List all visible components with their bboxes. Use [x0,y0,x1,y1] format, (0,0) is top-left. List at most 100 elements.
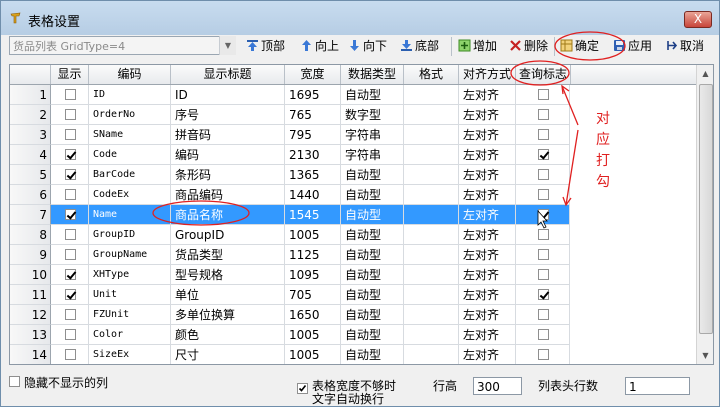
table-row[interactable]: 2 OrderNo 序号 765 数字型 左对齐 [10,105,570,125]
header-width[interactable]: 宽度 [285,65,341,84]
show-cell[interactable] [51,265,89,285]
show-checkbox[interactable] [65,149,76,160]
table-row[interactable]: 13 Color 颜色 1005 自动型 左对齐 [10,325,570,345]
header-show[interactable]: 显示 [51,65,89,84]
field-code[interactable]: Color [89,325,171,345]
show-checkbox[interactable] [65,229,76,240]
field-title[interactable]: 商品名称 [171,205,285,225]
field-width[interactable]: 1005 [285,345,341,364]
field-type[interactable]: 自动型 [341,285,404,305]
query-flag-checkbox[interactable] [538,289,549,300]
field-width[interactable]: 765 [285,105,341,125]
show-cell[interactable] [51,325,89,345]
query-flag-checkbox[interactable] [538,349,549,360]
close-button[interactable]: X [684,11,712,28]
query-flag-checkbox[interactable] [538,249,549,260]
query-flag-cell[interactable] [516,345,570,364]
field-align[interactable]: 左对齐 [459,165,516,185]
field-code[interactable]: Code [89,145,171,165]
field-title[interactable]: 编码 [171,145,285,165]
query-flag-cell[interactable] [516,305,570,325]
query-flag-cell[interactable] [516,145,570,165]
header-display-title[interactable]: 显示标题 [171,65,285,84]
table-row[interactable]: 7 Name 商品名称 1545 自动型 左对齐 [10,205,570,225]
field-title[interactable]: 商品编码 [171,185,285,205]
field-type[interactable]: 自动型 [341,345,404,364]
show-checkbox[interactable] [65,129,76,140]
show-checkbox[interactable] [65,269,76,280]
field-type[interactable]: 自动型 [341,205,404,225]
query-flag-cell[interactable] [516,265,570,285]
show-cell[interactable] [51,205,89,225]
field-align[interactable]: 左对齐 [459,285,516,305]
field-type[interactable]: 自动型 [341,265,404,285]
table-row[interactable]: 1 ID ID 1695 自动型 左对齐 [10,85,570,105]
hide-hidden-columns-checkbox[interactable] [9,376,20,387]
show-cell[interactable] [51,105,89,125]
chevron-down-icon[interactable]: ▼ [219,36,236,55]
field-title[interactable]: GroupID [171,225,285,245]
scroll-down-arrow-icon[interactable]: ▼ [697,347,713,364]
row-height-input[interactable]: 300 [473,377,522,395]
field-format[interactable] [404,125,459,145]
field-type[interactable]: 数字型 [341,105,404,125]
field-width[interactable]: 1005 [285,225,341,245]
field-width[interactable]: 2130 [285,145,341,165]
field-type[interactable]: 自动型 [341,225,404,245]
cancel-button[interactable]: 取消 [665,37,704,56]
field-align[interactable]: 左对齐 [459,185,516,205]
header-data-type[interactable]: 数据类型 [341,65,404,84]
move-bottom-button[interactable]: 底部 [400,37,439,56]
field-width[interactable]: 795 [285,125,341,145]
field-format[interactable] [404,85,459,105]
field-width[interactable]: 1650 [285,305,341,325]
field-title[interactable]: ID [171,85,285,105]
show-cell[interactable] [51,145,89,165]
query-flag-checkbox[interactable] [538,89,549,100]
field-code[interactable]: GroupID [89,225,171,245]
field-code[interactable]: FZUnit [89,305,171,325]
field-format[interactable] [404,325,459,345]
field-align[interactable]: 左对齐 [459,125,516,145]
field-format[interactable] [404,345,459,364]
table-row[interactable]: 4 Code 编码 2130 字符串 左对齐 [10,145,570,165]
field-code[interactable]: Name [89,205,171,225]
confirm-button[interactable]: 确定 [560,37,599,56]
field-format[interactable] [404,285,459,305]
field-width[interactable]: 1695 [285,85,341,105]
show-checkbox[interactable] [65,89,76,100]
show-cell[interactable] [51,245,89,265]
field-code[interactable]: ID [89,85,171,105]
show-cell[interactable] [51,305,89,325]
field-title[interactable]: 多单位换算 [171,305,285,325]
field-title[interactable]: 型号规格 [171,265,285,285]
auto-wrap-checkbox[interactable] [297,383,308,394]
field-width[interactable]: 1095 [285,265,341,285]
query-flag-cell[interactable] [516,225,570,245]
query-flag-checkbox[interactable] [538,269,549,280]
field-format[interactable] [404,205,459,225]
delete-button[interactable]: 删除 [509,37,548,56]
query-flag-checkbox[interactable] [538,129,549,140]
show-cell[interactable] [51,185,89,205]
field-type[interactable]: 自动型 [341,165,404,185]
show-checkbox[interactable] [65,209,76,220]
header-alignment[interactable]: 对齐方式 [459,65,516,84]
show-checkbox[interactable] [65,169,76,180]
field-title[interactable]: 拼音码 [171,125,285,145]
field-title[interactable]: 颜色 [171,325,285,345]
show-checkbox[interactable] [65,309,76,320]
field-code[interactable]: OrderNo [89,105,171,125]
query-flag-cell[interactable] [516,85,570,105]
field-type[interactable]: 自动型 [341,305,404,325]
field-align[interactable]: 左对齐 [459,305,516,325]
field-title[interactable]: 货品类型 [171,245,285,265]
field-format[interactable] [404,265,459,285]
field-title[interactable]: 条形码 [171,165,285,185]
query-flag-cell[interactable] [516,165,570,185]
field-code[interactable]: SizeEx [89,345,171,364]
table-row[interactable]: 5 BarCode 条形码 1365 自动型 左对齐 [10,165,570,185]
field-format[interactable] [404,305,459,325]
field-align[interactable]: 左对齐 [459,265,516,285]
query-flag-checkbox[interactable] [538,169,549,180]
